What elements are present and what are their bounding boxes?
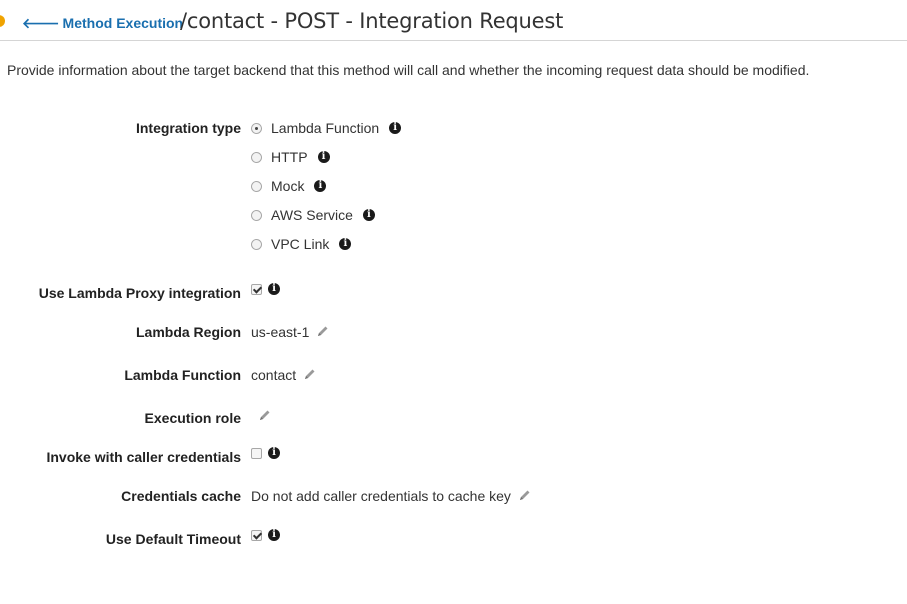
pencil-icon[interactable] xyxy=(317,324,329,340)
info-icon[interactable]: i xyxy=(389,122,402,134)
credentials-cache-label: Credentials cache xyxy=(121,488,241,504)
integration-option-vpc-link[interactable]: VPC Link i xyxy=(251,236,352,252)
lambda-function-value: contact xyxy=(251,367,297,383)
arrow-left-icon: 🡐 xyxy=(22,15,60,31)
lambda-region-label: Lambda Region xyxy=(135,324,241,340)
option-label: AWS Service xyxy=(271,207,353,223)
info-icon[interactable]: i xyxy=(268,447,280,459)
option-label: Mock xyxy=(271,178,305,194)
page-description: Provide information about the target bac… xyxy=(7,62,810,78)
integration-option-aws-service[interactable]: AWS Service i xyxy=(251,207,375,223)
radio-mock[interactable] xyxy=(251,180,262,192)
option-label: VPC Link xyxy=(271,236,330,252)
info-icon[interactable]: i xyxy=(314,180,327,192)
caller-credentials-checkbox[interactable] xyxy=(251,447,262,459)
caller-credentials-label: Invoke with caller credentials xyxy=(46,449,241,465)
info-icon[interactable]: i xyxy=(362,209,375,221)
default-timeout-label: Use Default Timeout xyxy=(105,531,241,547)
lambda-function-field: contact xyxy=(251,367,316,383)
execution-role-label: Execution role xyxy=(144,410,241,426)
option-label: Lambda Function xyxy=(271,120,380,136)
caller-credentials-field: i xyxy=(251,447,280,459)
integration-type-label: Integration type xyxy=(135,120,241,136)
radio-lambda-function[interactable] xyxy=(251,122,262,134)
pencil-icon[interactable] xyxy=(519,488,531,504)
info-icon[interactable]: i xyxy=(268,529,280,541)
integration-option-mock[interactable]: Mock i xyxy=(251,178,327,194)
execution-role-field xyxy=(251,408,271,424)
pencil-icon[interactable] xyxy=(259,408,271,424)
info-icon[interactable]: i xyxy=(268,283,280,295)
lambda-proxy-label: Use Lambda Proxy integration xyxy=(38,285,241,301)
radio-aws-service[interactable] xyxy=(251,209,262,221)
radio-http[interactable] xyxy=(251,151,262,163)
lambda-proxy-checkbox[interactable] xyxy=(251,283,262,295)
back-to-method-execution-link[interactable]: 🡐 Method Execution xyxy=(22,15,183,32)
lambda-region-field: us-east-1 xyxy=(251,324,329,340)
lambda-proxy-field: i xyxy=(251,283,280,295)
credentials-cache-value: Do not add caller credentials to cache k… xyxy=(251,488,511,504)
header-divider xyxy=(0,40,907,41)
integration-option-lambda[interactable]: Lambda Function i xyxy=(251,120,402,136)
info-icon[interactable]: i xyxy=(339,238,352,250)
credentials-cache-field: Do not add caller credentials to cache k… xyxy=(251,488,531,504)
page-title: /contact - POST - Integration Request xyxy=(180,9,564,33)
lambda-region-value: us-east-1 xyxy=(251,324,310,340)
status-dot xyxy=(0,15,5,27)
integration-option-http[interactable]: HTTP i xyxy=(251,149,330,165)
option-label: HTTP xyxy=(271,149,308,165)
info-icon[interactable]: i xyxy=(317,151,330,163)
default-timeout-checkbox[interactable] xyxy=(251,529,262,541)
radio-vpc-link[interactable] xyxy=(251,238,262,250)
default-timeout-field: i xyxy=(251,529,280,541)
back-link-label: Method Execution xyxy=(62,15,184,31)
pencil-icon[interactable] xyxy=(304,367,316,383)
lambda-function-label: Lambda Function xyxy=(124,367,241,383)
